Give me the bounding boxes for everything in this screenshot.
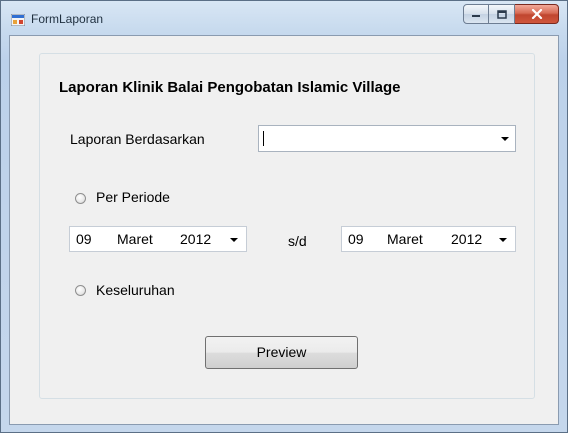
maximize-button[interactable]	[489, 4, 515, 24]
dropdown-arrow-icon[interactable]	[501, 136, 509, 141]
close-button[interactable]	[515, 4, 559, 24]
keseluruhan-label[interactable]: Keseluruhan	[96, 282, 175, 298]
preview-button[interactable]: Preview	[205, 336, 358, 369]
date-to-picker[interactable]: 09 Maret 2012	[341, 226, 516, 252]
text-caret	[263, 131, 264, 146]
date-from-day[interactable]: 09	[76, 231, 92, 247]
minimize-icon	[472, 15, 480, 17]
close-icon	[531, 9, 542, 19]
report-basis-label: Laporan Berdasarkan	[70, 131, 205, 147]
date-to-year[interactable]: 2012	[451, 231, 482, 247]
report-basis-combobox[interactable]	[258, 125, 516, 152]
groupbox-title: Laporan Klinik Balai Pengobatan Islamic …	[56, 79, 404, 96]
date-separator: s/d	[288, 233, 307, 249]
date-from-picker[interactable]: 09 Maret 2012	[69, 226, 247, 252]
form-icon	[11, 14, 25, 26]
calendar-dropdown-icon[interactable]	[499, 238, 507, 242]
date-to-day[interactable]: 09	[348, 231, 364, 247]
maximize-icon	[496, 9, 507, 19]
date-to-month[interactable]: Maret	[387, 231, 423, 247]
caption-buttons	[463, 4, 559, 24]
date-from-month[interactable]: Maret	[117, 231, 153, 247]
keseluruhan-radio[interactable]	[75, 285, 86, 296]
minimize-button[interactable]	[463, 4, 489, 24]
title-bar[interactable]: FormLaporan	[1, 1, 567, 35]
calendar-dropdown-icon[interactable]	[230, 238, 238, 242]
date-from-year[interactable]: 2012	[180, 231, 211, 247]
window-title: FormLaporan	[31, 12, 104, 26]
per-periode-radio[interactable]	[75, 193, 86, 204]
per-periode-label[interactable]: Per Periode	[96, 189, 170, 205]
